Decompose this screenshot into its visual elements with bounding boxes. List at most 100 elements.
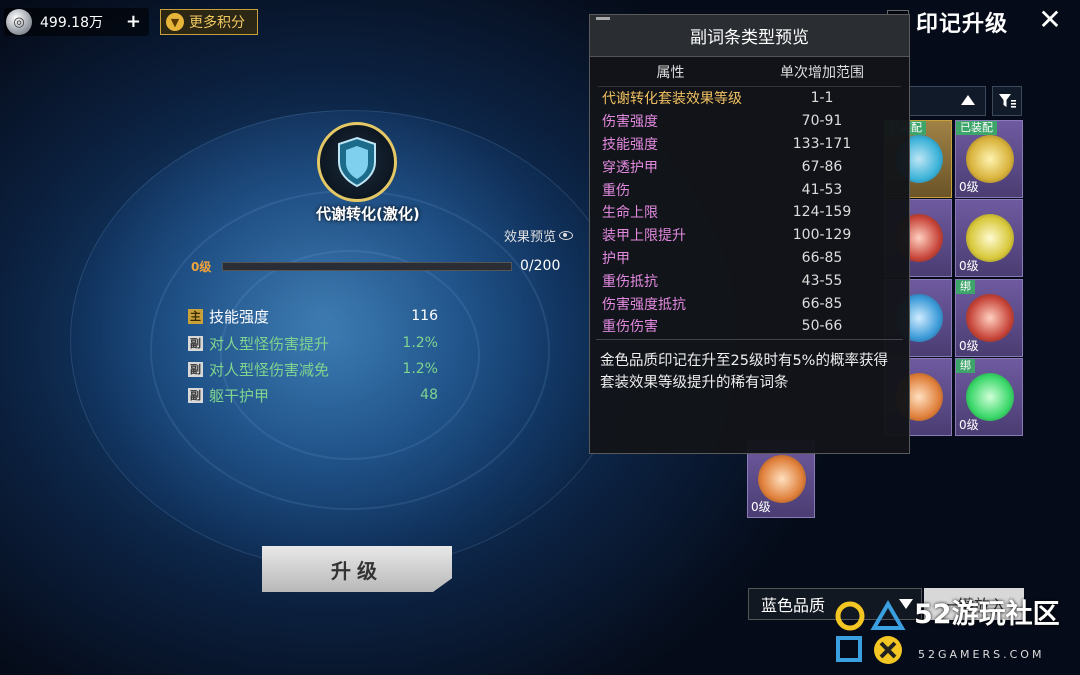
filter-icon	[999, 94, 1016, 108]
column-attr: 属性	[656, 64, 685, 81]
tooltip-row-range: 43-55	[801, 272, 843, 289]
tooltip-row: 穿透护甲 67-86	[598, 155, 901, 178]
filter-button[interactable]	[992, 86, 1022, 116]
tooltip-row-range: 67-86	[801, 158, 843, 175]
column-range: 单次增加范围	[780, 64, 864, 81]
tooltip-row: 生命上限 124-159	[598, 201, 901, 224]
tooltip-column-header: 属性 单次增加范围	[598, 57, 901, 87]
level-label: 0级	[191, 260, 212, 274]
sub-stat-tag: 副	[188, 335, 203, 351]
equipped-tag: 已装配	[956, 121, 997, 135]
tooltip-row-range: 70-91	[801, 113, 843, 130]
stat-row-sub: 副 躯干护甲 48	[188, 385, 438, 405]
points-icon: ▼	[166, 13, 184, 31]
xp-progress-bar	[222, 262, 512, 271]
tooltip-row-name: 重伤抵抗	[602, 273, 658, 290]
card-level: 0级	[959, 259, 979, 273]
tooltip-row-name: 护甲	[602, 250, 630, 267]
tooltip-drag-handle	[596, 17, 610, 20]
sub-stat-preview-tooltip: 副词条类型预览 属性 单次增加范围 代谢转化套装效果等级 1-1 伤害强度 70-91…	[589, 14, 910, 454]
bound-tag: 绑	[956, 359, 975, 373]
tooltip-row-range: 100-129	[792, 227, 852, 244]
more-points-label: 更多积分	[189, 15, 245, 31]
background-ring	[220, 250, 480, 460]
stat-value: 48	[420, 387, 438, 403]
stat-value: 1.2%	[402, 335, 438, 351]
effect-preview-label: 效果预览	[504, 230, 557, 245]
card-emblem-icon	[966, 373, 1014, 421]
tooltip-row-name: 重伤伤害	[602, 319, 658, 336]
card-emblem-icon	[966, 135, 1014, 183]
xp-progress-text: 0/200	[520, 258, 561, 274]
close-icon[interactable]: ✕	[1034, 4, 1066, 36]
upgrade-button[interactable]: 升级	[262, 546, 452, 592]
currency-amount: 499.18万	[40, 15, 103, 31]
stat-value: 116	[411, 308, 438, 324]
stat-row-sub: 副 对人型怪伤害减免 1.2%	[188, 359, 438, 379]
tooltip-row-range: 66-85	[801, 295, 843, 312]
watermark-sub: 52GAMERS.COM	[918, 648, 1045, 661]
quality-select-value: 蓝色品质	[761, 596, 826, 615]
tooltip-list[interactable]: 代谢转化套装效果等级 1-1 伤害强度 70-91 技能强度 133-171 穿透护甲 67-…	[590, 87, 909, 339]
sort-dropdown[interactable]	[908, 86, 986, 116]
currency-display: ◎ 499.18万 +	[4, 8, 149, 36]
tooltip-row: 重伤 41-53	[598, 178, 901, 201]
tooltip-row: 伤害强度抵抗 66-85	[598, 292, 901, 315]
tooltip-row: 代谢转化套装效果等级 1-1	[598, 87, 901, 110]
card-level: 0级	[959, 418, 979, 432]
tooltip-row: 技能强度 133-171	[598, 133, 901, 156]
emblem-card[interactable]: 0级	[955, 199, 1023, 277]
tooltip-row-name: 穿透护甲	[602, 159, 658, 176]
tooltip-row: 伤害强度 70-91	[598, 110, 901, 133]
tooltip-row-name: 重伤	[602, 182, 630, 199]
tooltip-note: 金色品质印记在升至25级时有5%的概率获得套装效果等级提升的稀有词条	[596, 339, 903, 404]
stat-value: 1.2%	[402, 361, 438, 377]
tooltip-row: 护甲 66-85	[598, 247, 901, 270]
emblem-name: 代谢转化(激化)	[316, 205, 420, 223]
more-points-button[interactable]: ▼ 更多积分	[160, 9, 258, 35]
sub-stat-tag: 副	[188, 387, 203, 403]
emblem-card[interactable]: 绑 0级	[955, 358, 1023, 436]
tooltip-row: 重伤抵抗 43-55	[598, 269, 901, 292]
effect-preview-link[interactable]: 效果预览	[504, 226, 574, 245]
card-level: 0级	[959, 339, 979, 353]
tooltip-title: 副词条类型预览	[590, 15, 909, 57]
add-currency-icon[interactable]: +	[126, 11, 141, 32]
tooltip-row: 装甲上限提升 100-129	[598, 224, 901, 247]
tooltip-row-name: 代谢转化套装效果等级	[602, 91, 742, 108]
tooltip-row-range: 66-85	[801, 249, 843, 266]
sort-arrow-icon	[961, 95, 975, 105]
watermark-text: 52游玩社区	[914, 599, 1060, 630]
tooltip-row-range: 124-159	[792, 204, 852, 221]
emblem-card[interactable]: 已装配 0级	[955, 120, 1023, 198]
tooltip-row: 重伤伤害 50-66	[598, 315, 901, 338]
sub-stat-tag: 副	[188, 361, 203, 377]
card-emblem-icon	[966, 214, 1014, 262]
stat-row-main: 主 技能强度 116	[188, 306, 438, 326]
card-level: 0级	[751, 500, 771, 514]
tooltip-row-name: 伤害强度	[602, 114, 658, 131]
watermark: 52游玩社区 52GAMERS.COM	[834, 592, 1080, 674]
card-emblem-icon	[758, 455, 806, 503]
tooltip-row-name: 装甲上限提升	[602, 228, 686, 245]
main-stat-tag: 主	[188, 308, 203, 324]
tooltip-row-range: 41-53	[801, 181, 843, 198]
shield-icon	[338, 136, 376, 188]
bound-tag: 绑	[956, 280, 975, 294]
tooltip-row-range: 1-1	[810, 90, 834, 107]
tooltip-row-name: 技能强度	[602, 136, 658, 153]
eye-icon	[559, 231, 574, 240]
emblem-card[interactable]: 绑 0级	[955, 279, 1023, 357]
tooltip-row-name: 生命上限	[602, 205, 658, 222]
card-emblem-icon	[966, 294, 1014, 342]
emblem-icon[interactable]	[317, 122, 397, 202]
stat-row-sub: 副 对人型怪伤害提升 1.2%	[188, 333, 438, 353]
stat-name: 躯干护甲	[209, 386, 270, 405]
tooltip-row-range: 133-171	[792, 135, 852, 152]
page-title: 印记升级	[916, 12, 1009, 37]
coin-icon: ◎	[6, 9, 32, 35]
stat-name: 对人型怪伤害提升	[209, 334, 330, 353]
gamepad-symbols-logo	[835, 600, 906, 664]
tooltip-row-range: 50-66	[801, 318, 843, 335]
card-level: 0级	[959, 180, 979, 194]
